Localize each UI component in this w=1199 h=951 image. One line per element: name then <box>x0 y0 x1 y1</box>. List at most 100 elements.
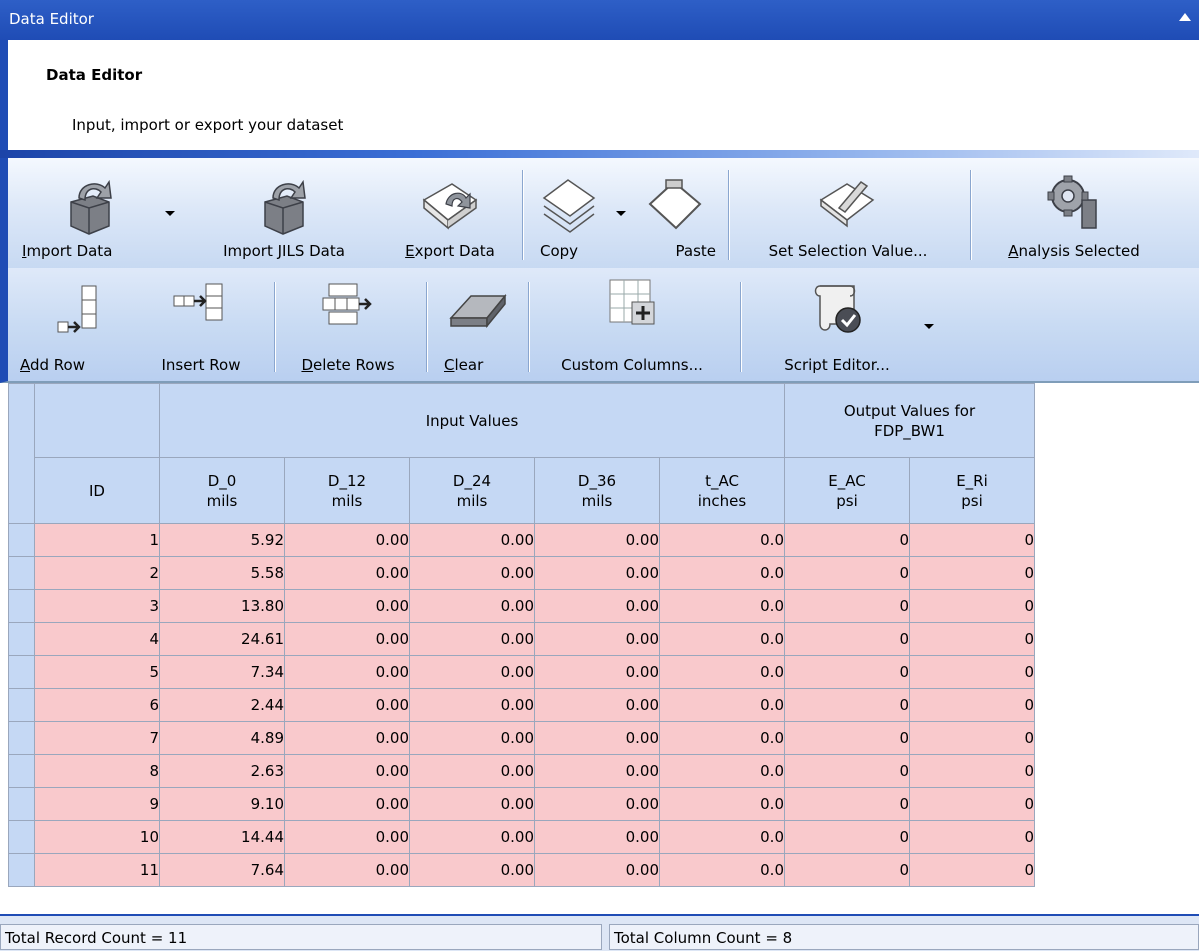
column-header[interactable]: E_AC psi <box>784 457 910 524</box>
table-cell[interactable]: 0.00 <box>284 556 410 590</box>
table-cell[interactable]: 0.00 <box>409 589 535 623</box>
table-cell[interactable]: 0.00 <box>534 721 660 755</box>
row-selector[interactable] <box>8 655 35 689</box>
table-cell[interactable]: 0 <box>909 523 1035 557</box>
table-cell[interactable]: 0.00 <box>534 754 660 788</box>
table-cell[interactable]: 0.00 <box>284 655 410 689</box>
insert-row-button[interactable]: Insert Row <box>142 268 260 381</box>
table-cell[interactable]: 0.00 <box>409 853 535 887</box>
table-cell[interactable]: 0.00 <box>284 853 410 887</box>
row-id-cell[interactable]: 10 <box>34 820 160 854</box>
column-header[interactable]: ID <box>34 457 160 524</box>
table-cell[interactable]: 5.58 <box>159 556 285 590</box>
table-cell[interactable]: 0 <box>909 754 1035 788</box>
table-cell[interactable]: 0.0 <box>659 853 785 887</box>
row-id-cell[interactable]: 6 <box>34 688 160 722</box>
column-header[interactable]: D_24 mils <box>409 457 535 524</box>
table-cell[interactable]: 0 <box>909 721 1035 755</box>
table-cell[interactable]: 0.00 <box>409 523 535 557</box>
table-cell[interactable]: 0.00 <box>284 820 410 854</box>
add-row-button[interactable]: Add Row <box>20 268 126 381</box>
table-cell[interactable]: 14.44 <box>159 820 285 854</box>
table-cell[interactable]: 0.00 <box>534 556 660 590</box>
row-selector[interactable] <box>8 820 35 854</box>
select-all-cell[interactable] <box>8 383 35 524</box>
column-header[interactable]: D_36 mils <box>534 457 660 524</box>
row-selector[interactable] <box>8 853 35 887</box>
table-cell[interactable]: 0.00 <box>409 721 535 755</box>
copy-button[interactable]: Copy <box>530 158 610 268</box>
table-cell[interactable]: 9.10 <box>159 787 285 821</box>
row-selector[interactable] <box>8 523 35 557</box>
table-cell[interactable]: 0 <box>909 820 1035 854</box>
table-cell[interactable]: 0.0 <box>659 589 785 623</box>
row-id-cell[interactable]: 2 <box>34 556 160 590</box>
table-cell[interactable]: 0 <box>784 622 910 656</box>
column-header[interactable]: E_Ri psi <box>909 457 1035 524</box>
table-cell[interactable]: 0 <box>784 787 910 821</box>
row-selector[interactable] <box>8 787 35 821</box>
table-cell[interactable]: 0.00 <box>284 523 410 557</box>
row-id-cell[interactable]: 3 <box>34 589 160 623</box>
table-cell[interactable]: 0.0 <box>659 787 785 821</box>
table-cell[interactable]: 13.80 <box>159 589 285 623</box>
table-cell[interactable]: 0.00 <box>534 523 660 557</box>
collapse-icon[interactable] <box>1179 13 1191 21</box>
column-header[interactable]: t_AC inches <box>659 457 785 524</box>
table-cell[interactable]: 0 <box>909 655 1035 689</box>
table-cell[interactable]: 0.00 <box>534 787 660 821</box>
analysis-selected-button[interactable]: Analysis Selected <box>976 158 1172 268</box>
row-selector[interactable] <box>8 721 35 755</box>
table-cell[interactable]: 0.00 <box>534 622 660 656</box>
table-cell[interactable]: 24.61 <box>159 622 285 656</box>
table-cell[interactable]: 0 <box>909 688 1035 722</box>
table-cell[interactable]: 0.00 <box>409 655 535 689</box>
set-selection-value-button[interactable]: Set Selection Value... <box>734 158 962 268</box>
row-id-cell[interactable]: 1 <box>34 523 160 557</box>
table-cell[interactable]: 0 <box>784 853 910 887</box>
table-cell[interactable]: 0 <box>909 622 1035 656</box>
table-cell[interactable]: 2.63 <box>159 754 285 788</box>
table-cell[interactable]: 0.0 <box>659 688 785 722</box>
script-editor-button[interactable]: Script Editor... <box>748 268 926 381</box>
table-cell[interactable]: 0.0 <box>659 721 785 755</box>
column-header[interactable]: D_12 mils <box>284 457 410 524</box>
delete-rows-button[interactable]: Delete Rows <box>284 268 412 381</box>
row-selector[interactable] <box>8 688 35 722</box>
table-cell[interactable]: 0.00 <box>284 622 410 656</box>
table-cell[interactable]: 0.00 <box>409 556 535 590</box>
table-cell[interactable]: 0.00 <box>534 688 660 722</box>
row-selector[interactable] <box>8 589 35 623</box>
table-cell[interactable]: 0.00 <box>409 754 535 788</box>
row-selector[interactable] <box>8 622 35 656</box>
table-cell[interactable]: 0 <box>909 853 1035 887</box>
table-cell[interactable]: 0.00 <box>409 820 535 854</box>
copy-dropdown-icon[interactable] <box>616 211 626 216</box>
table-cell[interactable]: 0.00 <box>284 787 410 821</box>
export-data-button[interactable]: Export Data <box>382 158 518 268</box>
table-cell[interactable]: 0.0 <box>659 754 785 788</box>
table-cell[interactable]: 0.0 <box>659 622 785 656</box>
import-data-button[interactable]: Import Data <box>22 158 158 268</box>
table-cell[interactable]: 5.92 <box>159 523 285 557</box>
table-cell[interactable]: 0 <box>784 523 910 557</box>
table-cell[interactable]: 0.0 <box>659 556 785 590</box>
clear-button[interactable]: Clear <box>434 268 522 381</box>
table-cell[interactable]: 0.00 <box>284 589 410 623</box>
table-cell[interactable]: 0 <box>784 688 910 722</box>
row-id-cell[interactable]: 11 <box>34 853 160 887</box>
table-cell[interactable]: 0.00 <box>534 655 660 689</box>
row-id-cell[interactable]: 5 <box>34 655 160 689</box>
table-cell[interactable]: 0.0 <box>659 523 785 557</box>
table-cell[interactable]: 0.00 <box>284 688 410 722</box>
table-cell[interactable]: 0.0 <box>659 655 785 689</box>
import-data-dropdown-icon[interactable] <box>165 211 175 216</box>
table-cell[interactable]: 0 <box>784 754 910 788</box>
table-cell[interactable]: 0 <box>909 556 1035 590</box>
script-editor-dropdown-icon[interactable] <box>924 324 934 329</box>
table-cell[interactable]: 0.00 <box>409 688 535 722</box>
table-cell[interactable]: 0.00 <box>534 853 660 887</box>
table-cell[interactable]: 0.0 <box>659 820 785 854</box>
table-cell[interactable]: 7.34 <box>159 655 285 689</box>
table-cell[interactable]: 0 <box>909 787 1035 821</box>
